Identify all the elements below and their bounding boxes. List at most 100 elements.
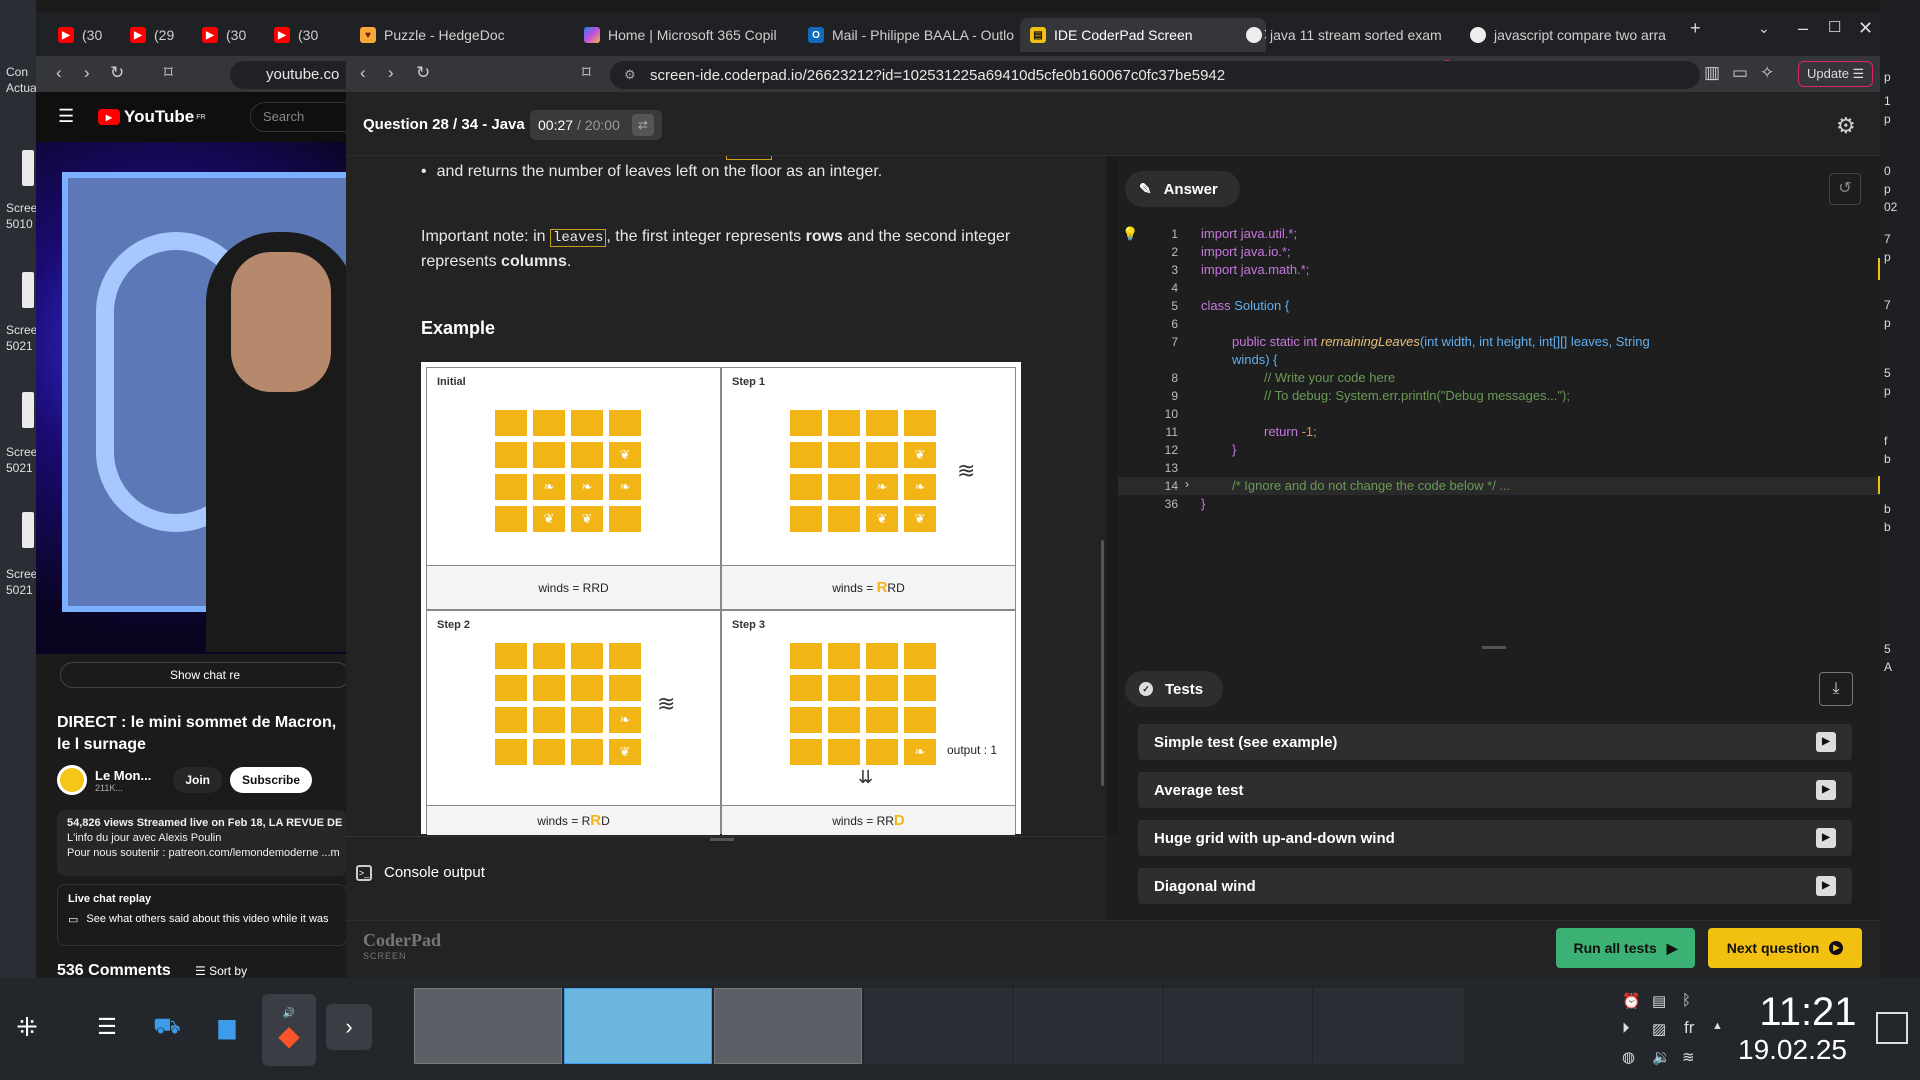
browser-tab[interactable]: java 11 stream sorted exam [1236, 18, 1456, 52]
tab-list-icon[interactable]: ⌄ [1758, 20, 1770, 37]
channel-name[interactable]: Le Mon... [95, 768, 151, 783]
file-icon[interactable] [22, 150, 34, 186]
wind-down-icon: ⇊ [858, 767, 874, 787]
site-info-icon[interactable]: ⚙ [624, 67, 636, 83]
live-chat-replay[interactable]: Live chat replay ▭ See what others said a… [57, 884, 347, 946]
bookmark-icon[interactable]: ⌑ [582, 63, 591, 83]
notifications-icon[interactable]: ⏰ [1622, 992, 1641, 1010]
console-fragment: A [1884, 660, 1893, 674]
youtube-url[interactable]: youtube.co [230, 61, 350, 89]
channel-avatar[interactable] [57, 765, 87, 795]
browser-tab[interactable]: ▶ (29 [120, 18, 186, 52]
browser-tab-active[interactable]: ▤IDE CoderPad Screen✕ [1020, 18, 1266, 52]
file-icon[interactable] [22, 512, 34, 548]
answer-tab[interactable]: ✎ Answer [1125, 171, 1240, 207]
browser-tab[interactable]: ▶ (30 [48, 18, 114, 52]
prompt-scrollbar[interactable] [1101, 540, 1104, 786]
tray-expand-icon[interactable]: ▲ [1712, 1020, 1723, 1032]
wallet-icon[interactable]: ▭ [1732, 63, 1748, 83]
test-case-row[interactable]: Diagonal wind ▶ [1138, 868, 1852, 904]
back-icon[interactable]: ‹ [360, 63, 366, 83]
app-launcher-icon[interactable]: ⁜ [4, 1004, 50, 1050]
forward-icon[interactable]: › [84, 63, 90, 83]
swap-icon[interactable]: ⇄ [631, 114, 654, 136]
screenshot-icon[interactable]: ▨ [1652, 1020, 1666, 1038]
tests-tab[interactable]: ✓ Tests [1125, 671, 1224, 707]
konsole-icon[interactable]: › [326, 1004, 372, 1050]
menu-icon[interactable]: ☰ [58, 106, 74, 127]
minimize-icon[interactable]: – [1798, 18, 1808, 39]
test-case-row[interactable]: Huge grid with up-and-down wind ▶ [1138, 820, 1852, 856]
next-question-button[interactable]: Next question ▶ [1708, 928, 1862, 968]
sidebar-icon[interactable]: ▥ [1704, 63, 1720, 83]
clock-time[interactable]: 11:21 [1740, 990, 1876, 1035]
browser-tab[interactable]: ▶ (30 [264, 18, 330, 52]
forward-icon[interactable]: › [388, 63, 394, 83]
sort-button[interactable]: ☰ Sort by [195, 964, 247, 978]
reload-icon[interactable]: ↻ [416, 63, 430, 83]
fold-chevron-icon[interactable]: › [1185, 477, 1189, 491]
virtual-desktop-slot[interactable] [1014, 988, 1162, 1064]
discover-store-icon[interactable]: ⛟ [144, 1004, 190, 1050]
resize-handle[interactable] [710, 838, 734, 841]
bookmark-icon[interactable]: ⌑ [164, 63, 173, 83]
clock-date[interactable]: 19.02.25 [1738, 1034, 1847, 1066]
url-input[interactable]: ⚙ screen-ide.coderpad.io/26623212?id=1025… [610, 61, 1700, 89]
browser-tab[interactable]: javascript compare two arra [1460, 18, 1680, 52]
browser-tab[interactable]: O Mail - Philippe BAALA - Outlo [798, 18, 1034, 52]
keyboard-layout[interactable]: fr [1684, 1018, 1694, 1038]
run-test-icon[interactable]: ▶ [1816, 732, 1836, 752]
settings-sliders-icon[interactable]: ☰ [84, 1004, 130, 1050]
network-icon[interactable]: ◍ [1622, 1048, 1635, 1066]
back-icon[interactable]: ‹ [56, 63, 62, 83]
download-icon[interactable]: ⤓ [1819, 672, 1853, 706]
window-thumbnail[interactable] [414, 988, 562, 1064]
browser-tab[interactable]: ▶ (30 [192, 18, 258, 52]
virtual-desktop-slot[interactable] [1314, 988, 1464, 1064]
youtube-icon: ▶ [130, 27, 146, 43]
show-desktop-icon[interactable] [1876, 1012, 1908, 1044]
code-editor[interactable] [1118, 222, 1880, 642]
new-tab-icon[interactable]: + [1690, 18, 1701, 39]
video-description[interactable]: 54,826 views Streamed live on Feb 18, LA… [57, 810, 347, 876]
volume-icon[interactable]: 🔉 [1652, 1048, 1671, 1066]
test-case-row[interactable]: Simple test (see example) ▶ [1138, 724, 1852, 760]
leo-icon[interactable]: ✧ [1760, 63, 1774, 83]
run-test-icon[interactable]: ▶ [1816, 828, 1836, 848]
console-output-button[interactable]: >_ Console output [356, 864, 485, 881]
file-icon[interactable] [22, 272, 34, 308]
browser-tab[interactable]: ♥ Puzzle - HedgeDoc [350, 18, 570, 52]
update-button[interactable]: Update ☰ [1798, 61, 1874, 87]
settings-gear-icon[interactable]: ⚙ [1836, 113, 1856, 139]
file-icon[interactable] [22, 392, 34, 428]
virtual-desktop-slot[interactable] [1164, 988, 1312, 1064]
pane-splitter[interactable] [1106, 156, 1118, 836]
run-test-icon[interactable]: ▶ [1816, 780, 1836, 800]
subscribe-button[interactable]: Subscribe [230, 767, 313, 793]
maximize-icon[interactable]: ☐ [1828, 18, 1841, 36]
youtube-logo[interactable]: ▶ YouTube FR [98, 107, 206, 127]
run-test-icon[interactable]: ▶ [1816, 876, 1836, 896]
resize-handle[interactable] [1482, 646, 1506, 649]
wifi-icon[interactable]: ≋ [1682, 1048, 1695, 1066]
reload-icon[interactable]: ↻ [110, 63, 124, 83]
test-case-row[interactable]: Average test ▶ [1138, 772, 1852, 808]
video-player[interactable] [36, 142, 356, 654]
console-fragment: b [1884, 520, 1891, 534]
clipboard-icon[interactable]: ▤ [1652, 992, 1666, 1010]
virtual-desktop-slot[interactable] [864, 988, 1012, 1064]
bluetooth-icon[interactable]: ᛒ [1682, 992, 1691, 1009]
join-button[interactable]: Join [173, 767, 223, 793]
youtube-search-input[interactable]: Search [250, 102, 350, 132]
file-manager-icon[interactable]: ▆ [204, 1004, 250, 1050]
run-all-tests-button[interactable]: Run all tests ▶ [1556, 928, 1695, 968]
close-window-icon[interactable]: ✕ [1858, 18, 1873, 39]
show-chat-button[interactable]: Show chat re [60, 662, 350, 688]
media-player-icon[interactable]: ⏵ [1622, 1020, 1630, 1037]
window-thumbnail-active[interactable] [564, 988, 712, 1064]
browser-tab[interactable]: Home | Microsoft 365 Copil [574, 18, 818, 52]
reset-code-button[interactable]: ↺ [1829, 173, 1861, 205]
prompt-bullet: • and returns the number of leaves left o… [421, 160, 882, 184]
window-thumbnail[interactable] [714, 988, 862, 1064]
brave-taskbar-icon[interactable]: 🔊 ◆ [262, 994, 316, 1066]
